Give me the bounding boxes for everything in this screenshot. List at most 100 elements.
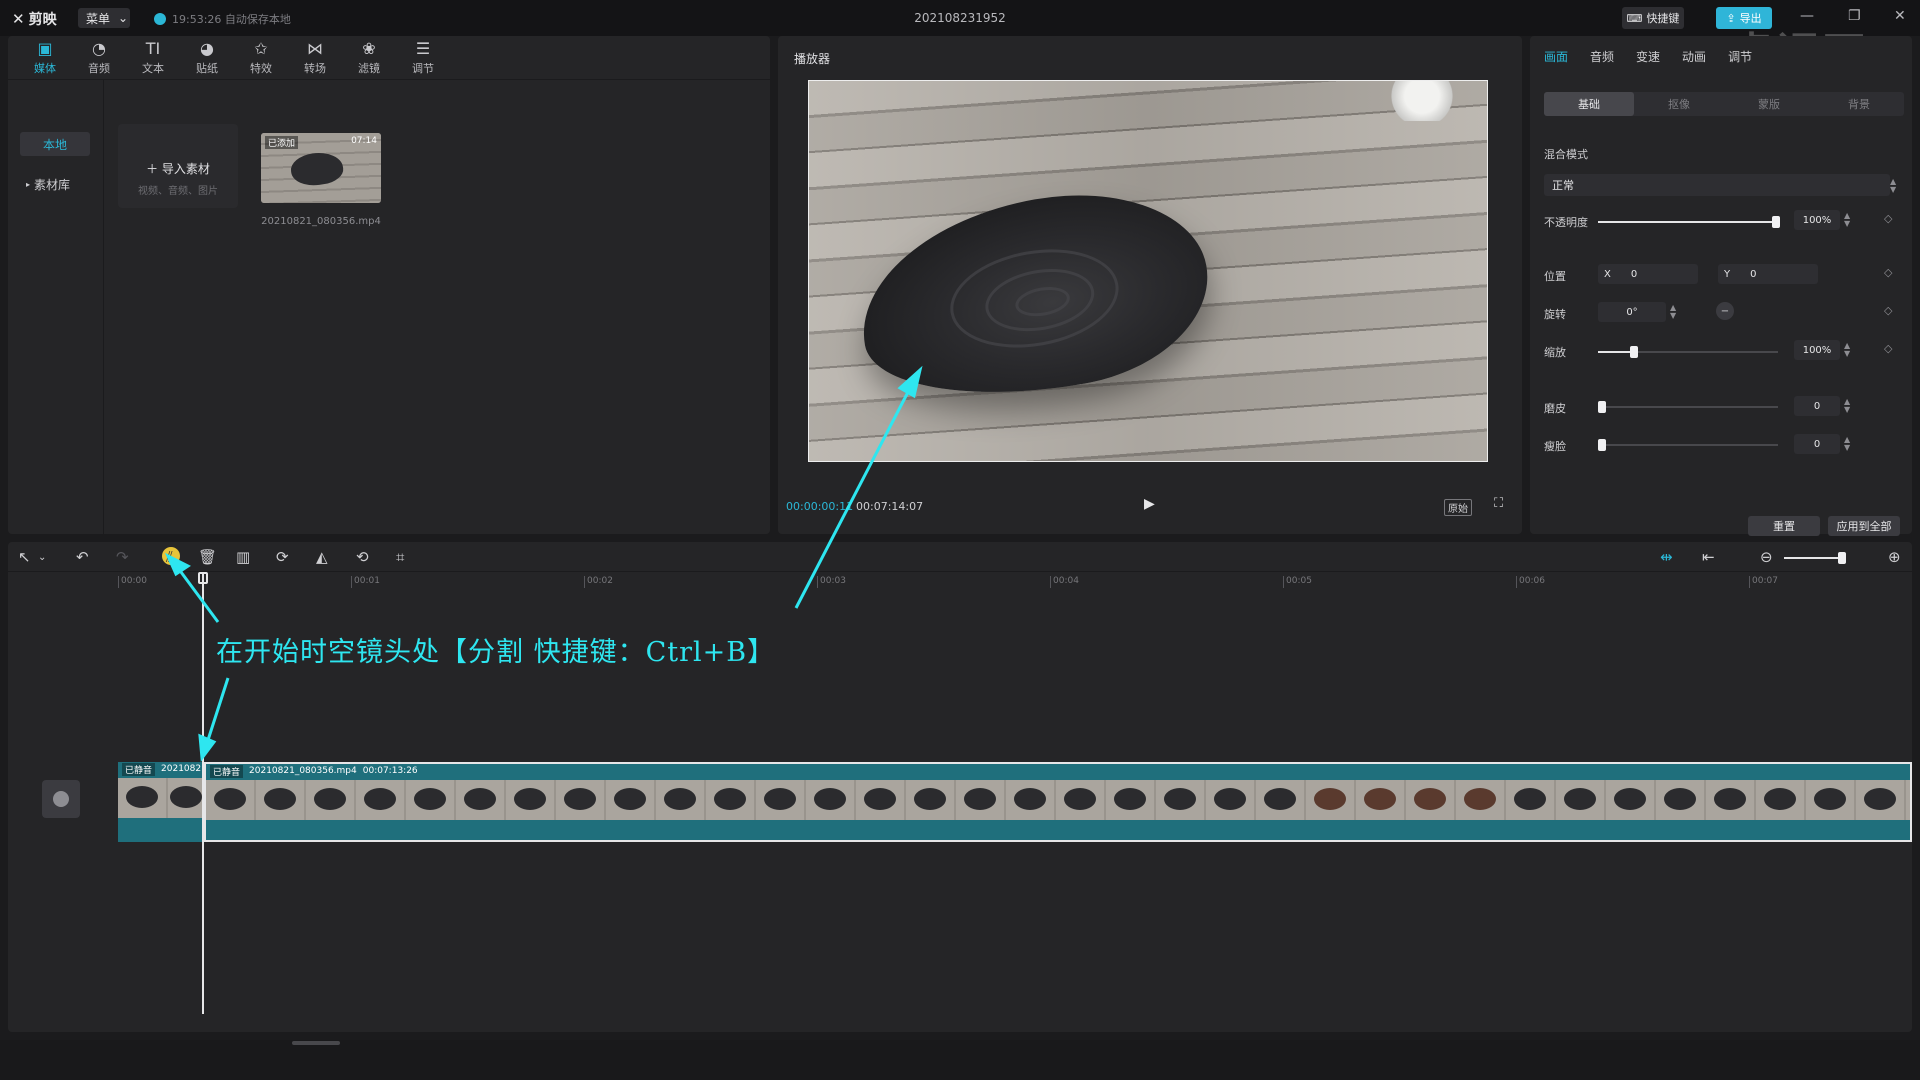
- snap-icon[interactable]: ⇹: [1660, 548, 1673, 566]
- mirror-icon[interactable]: ◭: [316, 548, 328, 566]
- tab-effects[interactable]: ✩ 特效: [234, 36, 288, 80]
- slim-face-slider[interactable]: [1598, 439, 1778, 451]
- keyframe-icon[interactable]: ◇: [1884, 266, 1892, 279]
- track-cover-button[interactable]: [42, 780, 80, 818]
- keyframe-icon[interactable]: ◇: [1884, 304, 1892, 317]
- close-icon[interactable]: ✕: [1894, 8, 1906, 24]
- corner-object: [1387, 81, 1457, 121]
- clip-header: 已静音 2021082: [118, 762, 201, 776]
- frame-thumbnail: [170, 786, 202, 808]
- menu-button[interactable]: 菜单 ⌄: [78, 8, 130, 28]
- scale-slider[interactable]: [1598, 346, 1778, 358]
- freeze-frame-icon[interactable]: ▥: [236, 548, 250, 566]
- ruler-tick: 00:05: [1283, 576, 1312, 588]
- subtab-mask[interactable]: 蒙版: [1724, 92, 1814, 116]
- zoom-slider[interactable]: [1784, 552, 1846, 564]
- x-value: 0: [1630, 268, 1638, 280]
- split-icon[interactable]: ⫽: [166, 548, 173, 566]
- player-controls: 00:00:00:11 00:07:14:07 ▶ 原始 ⛶: [778, 494, 1522, 524]
- rotate-input[interactable]: 0°: [1598, 302, 1666, 322]
- tab-sticker[interactable]: ◕ 贴纸: [180, 36, 234, 80]
- ruler-tick: 00:01: [351, 576, 380, 588]
- tab-animation[interactable]: 动画: [1682, 48, 1706, 65]
- video-clip-1[interactable]: 已静音 2021082: [118, 762, 202, 842]
- export-button[interactable]: ⇪ 导出: [1716, 7, 1772, 29]
- tab-speed[interactable]: 变速: [1636, 48, 1660, 65]
- keyframe-icon[interactable]: ◇: [1884, 212, 1892, 225]
- opacity-knob[interactable]: [1772, 216, 1780, 228]
- horizontal-scrollbar[interactable]: [292, 1041, 340, 1045]
- properties-panel: 画面 音频 变速 动画 调节 基础 抠像 蒙版 背景 混合模式 正常 ▲ ▼ 不透…: [1530, 36, 1912, 536]
- frame-thumbnail: [964, 788, 996, 810]
- undo-icon[interactable]: ↶: [76, 548, 89, 566]
- chevron-down-icon[interactable]: ⌄: [38, 552, 46, 563]
- scale-knob[interactable]: [1630, 346, 1638, 358]
- position-y-input[interactable]: Y 0: [1718, 264, 1818, 284]
- y-value: 0: [1750, 268, 1757, 280]
- tab-media[interactable]: ▣ 媒体: [18, 36, 72, 80]
- blend-mode-select[interactable]: 正常: [1544, 174, 1890, 196]
- tab-audio-props[interactable]: 音频: [1590, 48, 1614, 65]
- video-clip-2[interactable]: 已静音 20210821_080356.mp4 00:07:13:26: [204, 762, 1912, 842]
- tab-label: 媒体: [34, 61, 56, 75]
- autosave-text: 19:53:26 自动保存本地: [172, 13, 291, 26]
- playhead[interactable]: [202, 574, 204, 1014]
- tab-text[interactable]: TI 文本: [126, 36, 180, 80]
- rotate-icon[interactable]: ⟲: [356, 548, 369, 566]
- minimize-icon[interactable]: —: [1800, 8, 1814, 24]
- select-cursor-icon[interactable]: ↖: [18, 548, 31, 566]
- scale-input[interactable]: 100%: [1794, 340, 1840, 360]
- slim-face-input[interactable]: 0: [1794, 434, 1840, 454]
- rotate-dial-icon[interactable]: −: [1716, 302, 1734, 320]
- select-arrows-icon[interactable]: ▲ ▼: [1890, 178, 1896, 194]
- position-x-input[interactable]: X 0: [1598, 264, 1698, 284]
- tab-picture[interactable]: 画面: [1544, 48, 1568, 65]
- fullscreen-icon[interactable]: ⛶: [1494, 496, 1503, 511]
- slim-face-knob[interactable]: [1598, 439, 1606, 451]
- sidebar-item-library[interactable]: ▸ 素材库: [20, 172, 90, 196]
- subtab-background[interactable]: 背景: [1814, 92, 1904, 116]
- sidebar-item-local[interactable]: 本地: [20, 132, 90, 156]
- reverse-icon[interactable]: ⟳: [276, 548, 289, 566]
- delete-icon[interactable]: 🗑: [198, 548, 217, 566]
- play-icon[interactable]: ▶: [1144, 496, 1155, 512]
- rotate-stepper-icon[interactable]: ▲ ▼: [1670, 304, 1676, 320]
- original-ratio-button[interactable]: 原始: [1444, 499, 1472, 516]
- smooth-stepper-icon[interactable]: ▲ ▼: [1844, 398, 1850, 414]
- reset-button[interactable]: 重置: [1748, 516, 1820, 536]
- zoom-out-icon[interactable]: ⊖: [1760, 548, 1773, 566]
- media-thumbnail[interactable]: 已添加 07:14: [261, 133, 381, 203]
- apply-all-button[interactable]: 应用到全部: [1828, 516, 1900, 536]
- smooth-slider[interactable]: [1598, 401, 1778, 413]
- crop-icon[interactable]: ⌗: [396, 548, 404, 566]
- media-icon: ▣: [37, 38, 53, 58]
- clip-frames: [206, 780, 1910, 820]
- zoom-knob[interactable]: [1838, 552, 1846, 564]
- opacity-slider[interactable]: [1598, 216, 1780, 228]
- link-icon[interactable]: ⇤: [1702, 548, 1715, 566]
- time-ruler[interactable]: 00:00 00:01 00:02 00:03 00:04 00:05 00:0…: [8, 572, 1912, 594]
- tab-audio[interactable]: ◔ 音频: [72, 36, 126, 80]
- tab-transition[interactable]: ⋈ 转场: [288, 36, 342, 80]
- opacity-stepper-icon[interactable]: ▲ ▼: [1844, 212, 1850, 228]
- maximize-icon[interactable]: ❐: [1848, 8, 1861, 24]
- smooth-knob[interactable]: [1598, 401, 1606, 413]
- frame-thumbnail: [1864, 788, 1896, 810]
- muted-badge: 已静音: [210, 764, 244, 778]
- clip-name: 2021082: [161, 764, 202, 774]
- slim-face-stepper-icon[interactable]: ▲ ▼: [1844, 436, 1850, 452]
- blend-mode-label: 混合模式: [1544, 148, 1588, 161]
- video-preview[interactable]: [808, 80, 1488, 462]
- tab-filter[interactable]: ❀ 滤镜: [342, 36, 396, 80]
- subtab-basic[interactable]: 基础: [1544, 92, 1634, 116]
- subtab-cutout[interactable]: 抠像: [1634, 92, 1724, 116]
- keyframe-icon[interactable]: ◇: [1884, 342, 1892, 355]
- scale-stepper-icon[interactable]: ▲ ▼: [1844, 342, 1850, 358]
- tab-adjust[interactable]: ☰ 调节: [396, 36, 450, 80]
- smooth-input[interactable]: 0: [1794, 396, 1840, 416]
- tab-adjust-props[interactable]: 调节: [1728, 48, 1752, 65]
- shortcut-button[interactable]: ⌨ 快捷键: [1622, 7, 1684, 29]
- zoom-in-icon[interactable]: ⊕: [1888, 548, 1901, 566]
- import-media-button[interactable]: ＋ 导入素材 视频、音频、图片: [118, 124, 238, 208]
- opacity-input[interactable]: 100%: [1794, 210, 1840, 230]
